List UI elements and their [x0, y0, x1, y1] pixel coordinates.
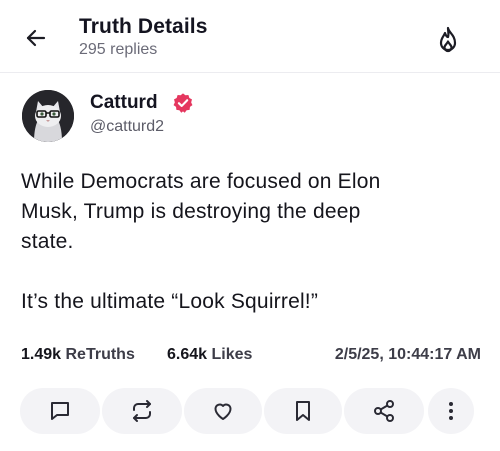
likes-label: Likes — [211, 346, 253, 363]
fire-icon — [439, 26, 457, 53]
retruths-count: 1.49k — [21, 346, 62, 363]
share-icon — [374, 400, 394, 422]
more-options-button[interactable] — [428, 388, 474, 434]
likes-count: 6.64k — [167, 346, 208, 363]
action-bar — [0, 388, 500, 434]
header-divider — [0, 72, 500, 73]
post-timestamp: 2/5/25, 10:44:17 AM — [334, 346, 481, 363]
back-button[interactable] — [22, 24, 50, 52]
author-name[interactable]: Catturd — [90, 92, 158, 114]
post-stats: 1.49k ReTruths 6.64k Likes 2/5/25, 10:44… — [21, 346, 481, 366]
retruths-stat[interactable]: 1.49k ReTruths — [21, 346, 135, 364]
page-title: Truth Details — [79, 15, 208, 38]
cat-avatar-image — [22, 90, 74, 142]
avatar[interactable] — [22, 90, 74, 142]
author-handle[interactable]: @catturd2 — [90, 118, 164, 136]
like-button[interactable] — [184, 388, 262, 434]
bookmark-button[interactable] — [264, 388, 342, 434]
bookmark-icon — [296, 401, 310, 421]
share-button[interactable] — [344, 388, 424, 434]
likes-stat[interactable]: 6.64k Likes — [167, 346, 252, 364]
heart-icon — [214, 403, 232, 420]
message-square-icon — [51, 402, 69, 420]
reply-button[interactable] — [20, 388, 100, 434]
post-body: While Democrats are focused on Elon Musk… — [21, 170, 381, 313]
replies-count: 295 replies — [79, 41, 158, 58]
retruth-button[interactable] — [102, 388, 182, 434]
retruths-label: ReTruths — [65, 346, 135, 363]
verified-badge-icon — [172, 92, 194, 114]
more-vertical-icon — [449, 402, 453, 420]
arrow-left-icon — [26, 29, 46, 47]
trending-button[interactable] — [436, 26, 460, 54]
repeat-icon — [133, 400, 151, 422]
top-bar: Truth Details 295 replies — [0, 0, 500, 72]
